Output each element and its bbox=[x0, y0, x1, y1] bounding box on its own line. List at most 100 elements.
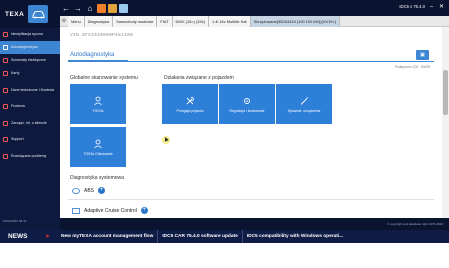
sidebar-item-label: Dane techniczne i Kontrola bbox=[11, 87, 54, 92]
tile-label: TGS3s Odkowanie bbox=[83, 151, 113, 156]
expand-icon: ▣ bbox=[420, 52, 425, 58]
person-scan-icon bbox=[94, 139, 102, 148]
breadcrumb-home-icon[interactable]: ⚙ bbox=[60, 18, 68, 24]
cruise-control-icon bbox=[72, 207, 80, 214]
tab-autodiagnostics[interactable]: Autodiagnostyka bbox=[70, 52, 114, 58]
solved-problems-icon bbox=[3, 153, 8, 159]
sidebar-item-label: Zarządz. inf. o klienciе bbox=[11, 120, 47, 125]
footer-bar: © copyright and database right 1976-2022 bbox=[60, 218, 449, 230]
diagnostics-icon bbox=[3, 45, 8, 50]
sidebar-item-label: Schematy elektryczne bbox=[11, 58, 47, 63]
system-row-adaptive-cruise-control[interactable]: Adaptive Cruise Control + bbox=[72, 207, 148, 214]
news-item[interactable]: New myTEXA account management flow bbox=[57, 230, 157, 243]
texa-logo: TEXA bbox=[5, 10, 25, 18]
tab-active-indicator bbox=[68, 60, 128, 62]
tile-label: Przegląd pojazdu bbox=[176, 108, 204, 113]
system-label: ABS bbox=[84, 187, 95, 194]
top-right-area: IDC5 v 75.4.0 – ✕ bbox=[399, 3, 445, 11]
arrow-left-icon: ← bbox=[62, 3, 70, 13]
sidebar-item-solved-problems[interactable]: Rozwiązane problemy bbox=[0, 146, 60, 166]
expand-system-button[interactable]: + bbox=[98, 187, 106, 194]
sidebar-item-label: Pozdrow bbox=[11, 104, 25, 109]
scrollbar-thumb[interactable] bbox=[443, 70, 448, 115]
page-background bbox=[0, 243, 449, 268]
sidebar-item-wiring-diagrams[interactable]: Schematy elektryczne bbox=[0, 54, 60, 67]
identification-icon bbox=[3, 32, 8, 37]
news-item[interactable]: IDC5 CAR 75.4.0 software update bbox=[158, 230, 241, 243]
blue-tool-button[interactable] bbox=[119, 3, 128, 13]
greetings-icon bbox=[3, 104, 8, 109]
connection-info: Podłączono: ID2 - 8/4/09 bbox=[394, 65, 430, 69]
system-label: Adaptive Cruise Control bbox=[84, 207, 137, 214]
cards-icon bbox=[3, 71, 8, 76]
main-content: VIN ZFA3340000P481400 Autodiagnostyka ▣ … bbox=[60, 27, 442, 218]
technical-data-icon bbox=[3, 87, 8, 93]
sidebar-item-label: Support bbox=[11, 137, 24, 142]
news-label: NEWS bbox=[8, 233, 28, 240]
scrollbar-track[interactable] bbox=[442, 27, 449, 218]
breadcrumb-item-current[interactable]: Skrzyżowane(552A3424 (100 100 kW))(01/15… bbox=[250, 15, 341, 27]
tile-tgs3s[interactable]: TGS3s bbox=[70, 84, 126, 124]
news-item[interactable]: IDC5 compatibility with Windows operati.… bbox=[243, 230, 347, 243]
breadcrumb-item[interactable]: Menu bbox=[68, 15, 85, 27]
expand-button[interactable]: ▣ bbox=[416, 50, 429, 60]
home-button[interactable]: ⌂ bbox=[84, 1, 96, 15]
probe-icon bbox=[300, 96, 308, 105]
tile-adjustment-coding[interactable]: Regulacja i kodowanie bbox=[219, 84, 275, 124]
close-button[interactable]: ✕ bbox=[438, 3, 445, 10]
system-divider bbox=[68, 199, 434, 200]
arrow-right-icon: → bbox=[74, 3, 82, 13]
global-scan-title: Globalne skanowanie systemu bbox=[70, 75, 138, 81]
vin-text: VIN ZFA3340000P481400 bbox=[70, 33, 134, 38]
breadcrumb-item[interactable]: Samochody osobowe bbox=[113, 15, 158, 27]
vehicle-actions-title: Działania związane z pojazdem bbox=[164, 75, 234, 81]
support-icon bbox=[3, 137, 8, 142]
breadcrumb-item[interactable]: 1.4i 16v MultiAir Kat bbox=[209, 15, 251, 27]
sidebar: TEXA Identyfikacja ręczna Autodiagnostyk… bbox=[0, 0, 60, 230]
news-arrow-icon: ➤ bbox=[45, 234, 51, 240]
sidebar-item-label: Identyfikacja ręczna bbox=[11, 32, 43, 37]
sidebar-item-customer-management[interactable]: Zarządz. inf. o klienciе bbox=[0, 113, 60, 133]
gear-icon bbox=[244, 97, 250, 104]
sidebar-item-autodiagnostics[interactable]: Autodiagnostyka bbox=[0, 41, 60, 54]
wiring-icon bbox=[3, 58, 8, 63]
system-diagnostics-title: Diagnostyka systemowa bbox=[70, 175, 124, 181]
car-home-button[interactable] bbox=[28, 5, 49, 23]
sidebar-item-cards[interactable]: Karty bbox=[0, 67, 60, 80]
sidebar-timestamp: 15/02/2022 08:41 bbox=[3, 219, 27, 223]
sidebar-item-technical-data[interactable]: Dane techniczne i Kontrola bbox=[0, 80, 60, 100]
sidebar-item-support[interactable]: Support bbox=[0, 133, 60, 146]
close-icon: ✕ bbox=[438, 4, 445, 10]
forward-button[interactable]: → bbox=[72, 1, 84, 15]
breadcrumb-item[interactable]: FIAT bbox=[157, 15, 173, 27]
breadcrumb: ⚙ Menu Diagnostyka Samochody osobowe FIA… bbox=[60, 15, 449, 27]
car-icon bbox=[32, 10, 45, 18]
breadcrumb-item[interactable]: 500X (15>) (334) bbox=[172, 15, 210, 27]
logo-area: TEXA bbox=[0, 0, 60, 28]
sidebar-item-greetings[interactable]: Pozdrow bbox=[0, 100, 60, 113]
copyright-text: © copyright and database right 1976-2022 bbox=[386, 222, 443, 226]
tile-label: TGS3s bbox=[92, 108, 104, 113]
system-row-abs[interactable]: ABS + bbox=[72, 187, 106, 194]
customer-icon bbox=[3, 120, 8, 126]
sidebar-item-manual-identification[interactable]: Identyfikacja ręczna bbox=[0, 28, 60, 41]
yellow-tool-button[interactable] bbox=[108, 3, 117, 13]
sidebar-item-label: Karty bbox=[11, 71, 20, 76]
person-scan-icon bbox=[94, 96, 102, 105]
abs-icon bbox=[72, 187, 80, 194]
tile-vehicle-inspection[interactable]: Przegląd pojazdu bbox=[162, 84, 218, 124]
minimize-button[interactable]: – bbox=[428, 4, 435, 10]
top-toolbar: ← → ⌂ IDC5 v 75.4.0 – ✕ bbox=[60, 0, 449, 16]
back-button[interactable]: ← bbox=[60, 1, 72, 15]
home-icon: ⌂ bbox=[87, 3, 93, 13]
wrench-icon bbox=[186, 96, 194, 104]
version-label: IDC5 v 75.4.0 bbox=[399, 4, 425, 9]
breadcrumb-item[interactable]: Diagnostyka bbox=[84, 15, 114, 27]
expand-system-button[interactable]: + bbox=[140, 207, 148, 214]
sidebar-item-label: Rozwiązane problemy bbox=[11, 153, 47, 158]
tile-label: Regulacja i kodowanie bbox=[229, 108, 265, 113]
tile-device-check[interactable]: Sprawdź. urządzenia bbox=[276, 84, 332, 124]
orange-tool-button[interactable] bbox=[97, 3, 106, 13]
news-bar: NEWS ➤ New myTEXA account management flo… bbox=[0, 230, 449, 243]
tile-tgs3s-decoding[interactable]: TGS3s Odkowanie bbox=[70, 127, 126, 167]
